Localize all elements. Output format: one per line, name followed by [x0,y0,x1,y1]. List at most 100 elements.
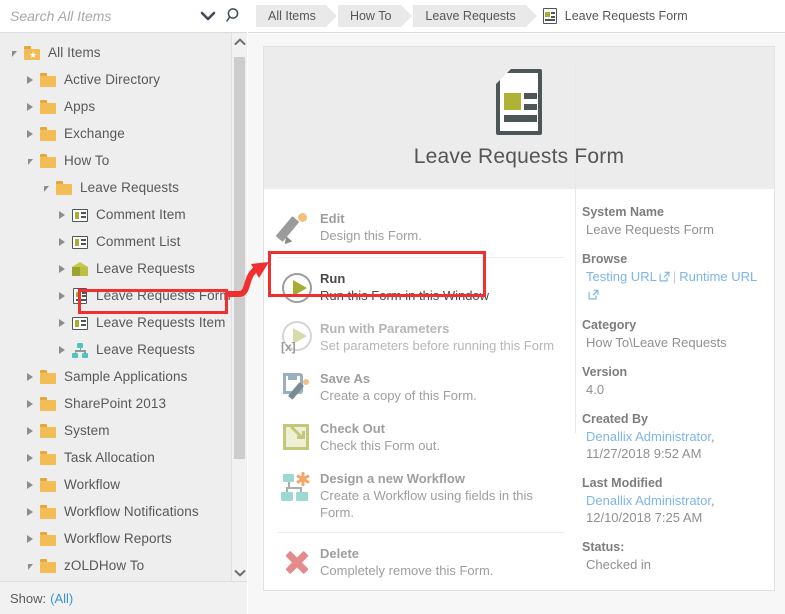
action-title: Design a new Workflow [320,471,465,486]
tree-twisty-icon[interactable] [22,93,38,120]
tree-item-label: All Items [48,45,101,60]
tree-scroll-region: ★ All Items Active Directory Apps Exchange Ho… [0,33,247,581]
workflow-icon [70,340,90,360]
page-title: Leave Requests Form [413,145,625,168]
testing-url-link[interactable]: Testing URL [586,269,657,284]
tree-item[interactable]: Comment List [0,228,232,255]
tree-item[interactable]: SharePoint 2013 [0,390,232,417]
action-title: Edit [320,211,345,226]
chevron-down-icon[interactable] [195,10,221,22]
breadcrumb-item[interactable]: All Items [256,5,337,27]
tree-twisty-icon[interactable] [54,228,70,255]
tree-twisty-icon[interactable] [22,525,38,552]
tree-item-label: Active Directory [64,72,161,87]
tree-item[interactable]: Active Directory [0,66,232,93]
star-folder-icon: ★ [22,43,42,63]
tree-item[interactable]: How To [0,147,232,174]
tree-twisty-icon[interactable] [54,282,70,309]
tree-twisty-icon[interactable] [22,390,38,417]
version-value: 4.0 [586,382,605,397]
tree-twisty-icon[interactable] [22,417,38,444]
play-icon [280,270,320,306]
tree-item-label: Leave Requests Form [96,288,231,303]
search-bar [0,0,247,33]
breadcrumb-item[interactable]: Leave Requests [413,5,538,27]
tree-item-label: Task Allocation [64,450,155,465]
tree-twisty-icon[interactable] [22,147,38,174]
tree-twisty-icon[interactable] [54,255,70,282]
tree-item[interactable]: Workflow Reports [0,525,232,552]
item-icon [70,205,90,225]
action-item[interactable]: Run Run this Form in this Window [278,257,564,313]
tree-item[interactable]: Apps [0,93,232,120]
tree-twisty-icon[interactable] [22,471,38,498]
external-link-icon[interactable] [659,269,670,286]
tree-item[interactable]: Sample Applications [0,363,232,390]
tree-twisty-icon[interactable] [22,66,38,93]
tree-item-label: Workflow [64,477,121,492]
action-item[interactable]: [x] Run with Parameters Set parameters bef… [278,313,564,363]
save-as-icon [280,370,320,406]
system-name-label: System Name [582,205,664,219]
action-item[interactable]: Check Out Check this Form out. [278,413,564,463]
tree-item[interactable]: zOLDHow To [0,552,232,579]
tree-item[interactable]: Leave Requests Form [0,282,232,309]
form-icon [488,67,550,139]
actions-list: Edit Design this Form. Run Run this Form in… [264,189,564,591]
action-title: Check Out [320,421,386,436]
scroll-down-arrow[interactable] [232,564,247,581]
scroll-up-arrow[interactable] [232,33,247,50]
category-value: How To\Leave Requests [586,335,727,350]
scrollbar-thumb[interactable] [234,57,245,459]
tree-twisty-icon[interactable] [54,201,70,228]
tree-twisty-icon[interactable] [38,174,54,201]
tree-twisty-icon[interactable] [54,336,70,363]
item-detail-card: Leave Requests Form Edit Design this Form… [263,46,775,591]
action-item[interactable]: ✱ Design a new Workflow Create a Workflow … [278,463,564,528]
tree-twisty-icon[interactable] [22,552,38,579]
tree-item[interactable]: Task Allocation [0,444,232,471]
search-input[interactable] [0,7,195,25]
runtime-url-link[interactable]: Runtime URL [679,269,757,284]
tree-item[interactable]: Leave Requests Item [0,309,232,336]
folder-icon [38,151,58,171]
tree-item[interactable]: Comment Item [0,201,232,228]
tree-item[interactable]: Exchange [0,120,232,147]
last-modified-date: 12/10/2018 7:25 AM [586,510,703,525]
created-by-comma: , [711,429,715,444]
action-item[interactable]: Edit Design this Form. [275,203,564,253]
last-modified-value: Denallix Administrator, 12/10/2018 7:25 … [582,492,764,526]
show-filter-link[interactable]: (All) [50,591,73,606]
breadcrumb-current: Leave Requests Form [540,6,688,26]
last-modified-user-link[interactable]: Denallix Administrator [586,493,711,508]
last-modified-comma: , [711,493,715,508]
tree-item[interactable]: System [0,417,232,444]
created-by-user-link[interactable]: Denallix Administrator [586,429,711,444]
tree-item[interactable]: Leave Requests [0,336,232,363]
tree-item[interactable]: Leave Requests [0,255,232,282]
external-link-icon[interactable] [588,287,599,304]
tree-item[interactable]: Workflow Notifications [0,498,232,525]
tree-twisty-icon[interactable] [54,309,70,336]
tree-scrollbar[interactable] [231,33,246,581]
tree-item[interactable]: Workflow [0,471,232,498]
tree-twisty-icon[interactable] [22,120,38,147]
card-header: Leave Requests Form [264,47,774,189]
search-icon[interactable] [221,7,247,26]
breadcrumb: All Items How To Leave Requests Leave Reque… [248,0,785,33]
tree-item-label: How To [64,153,110,168]
tree-twisty-icon[interactable] [22,363,38,390]
tree-twisty-icon[interactable] [6,39,22,66]
tree-twisty-icon[interactable] [22,444,38,471]
tree-item[interactable]: ★ All Items [0,39,232,66]
form-icon [70,286,90,306]
smartobject-icon [70,259,90,279]
tree-item-label: Sample Applications [64,369,188,384]
details-panel: System Name Leave Requests Form Browse T… [564,189,764,591]
tree-twisty-icon[interactable] [22,498,38,525]
action-item[interactable]: Delete Completely remove this Form. [278,532,564,588]
breadcrumb-item[interactable]: How To [337,5,413,27]
action-description: Create a Workflow using fields in this F… [320,488,533,520]
tree-item[interactable]: Leave Requests [0,174,232,201]
action-item[interactable]: Save As Create a copy of this Form. [278,363,564,413]
